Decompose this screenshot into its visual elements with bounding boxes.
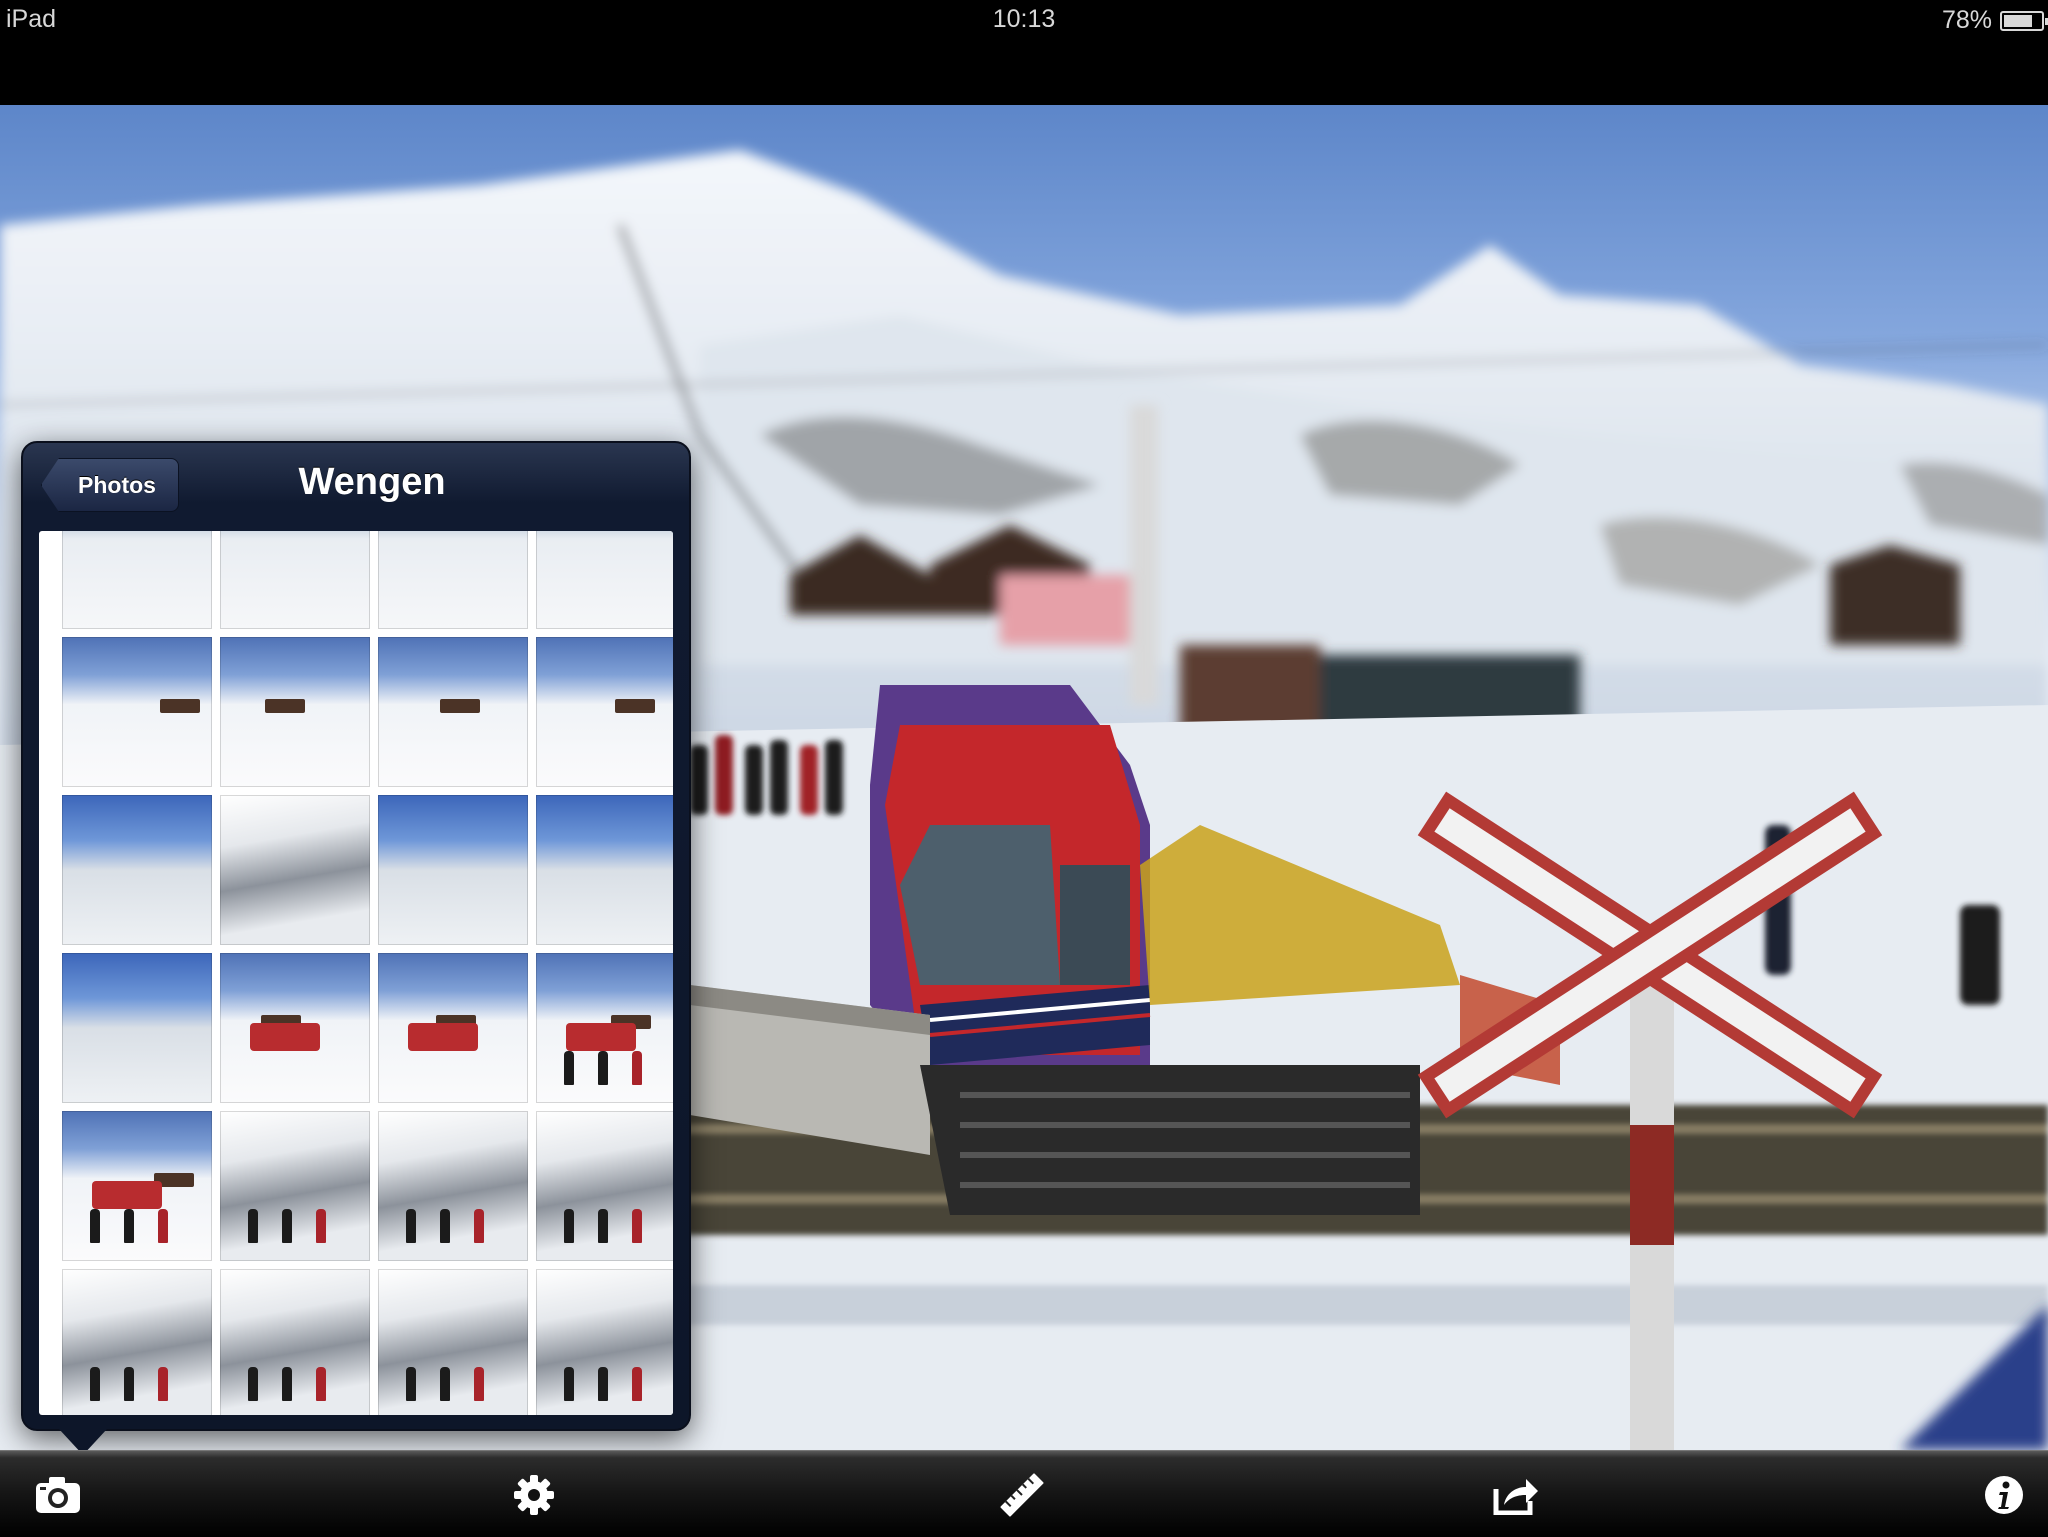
photo-thumbnail[interactable]	[62, 531, 212, 629]
photo-thumbnail[interactable]	[378, 953, 528, 1103]
thumbnail-person	[440, 1367, 450, 1401]
photo-thumbnail[interactable]	[536, 795, 673, 945]
thumbnail-person	[632, 1367, 642, 1401]
thumbnail-person	[632, 1051, 642, 1085]
photo-thumbnail[interactable]	[378, 1269, 528, 1415]
thumbnail-person	[90, 1209, 100, 1243]
thumbnail-chalet	[615, 699, 655, 713]
photo-thumbnail[interactable]	[378, 1111, 528, 1261]
battery-icon	[2000, 10, 2048, 31]
thumbnail-person	[124, 1367, 134, 1401]
photo-thumbnail[interactable]	[220, 795, 370, 945]
thumbnail-person	[158, 1367, 168, 1401]
thumbnail-person	[632, 1209, 642, 1243]
photo-thumbnail[interactable]	[62, 953, 212, 1103]
photo-grid-scroll[interactable]	[39, 531, 673, 1415]
thumbnail-person	[474, 1209, 484, 1243]
thumbnail-person	[564, 1051, 574, 1085]
photo-thumbnail[interactable]	[62, 1111, 212, 1261]
thumbnail-person	[282, 1209, 292, 1243]
thumbnail-snowcat	[250, 1023, 320, 1051]
photo-thumbnail[interactable]	[220, 953, 370, 1103]
share-button[interactable]	[1492, 1471, 1540, 1519]
thumbnail-snowcat	[566, 1023, 636, 1051]
photo-thumbnail[interactable]	[220, 531, 370, 629]
photo-thumbnail[interactable]	[220, 1269, 370, 1415]
photo-thumbnail[interactable]	[62, 637, 212, 787]
share-icon	[1493, 1479, 1538, 1515]
thumbnail-person	[598, 1051, 608, 1085]
thumbnail-person	[598, 1209, 608, 1243]
thumbnail-person	[564, 1209, 574, 1243]
info-button[interactable]	[1980, 1471, 2028, 1519]
thumbnail-person	[124, 1209, 134, 1243]
album-title: Wengen	[298, 461, 446, 503]
photo-thumbnail[interactable]	[536, 531, 673, 629]
thumbnail-person	[90, 1367, 100, 1401]
album-popover: Photos Wengen	[21, 441, 691, 1455]
thumbnail-chalet	[261, 1015, 301, 1029]
photo-grid	[39, 531, 673, 1415]
thumbnail-person	[474, 1367, 484, 1401]
photo-thumbnail[interactable]	[536, 953, 673, 1103]
thumbnail-chalet	[154, 1173, 194, 1187]
thumbnail-person	[248, 1209, 258, 1243]
photo-thumbnail[interactable]	[220, 1111, 370, 1261]
photo-thumbnail[interactable]	[378, 637, 528, 787]
info-icon	[1985, 1476, 2023, 1514]
battery-fill	[2004, 14, 2032, 27]
camera-button[interactable]	[34, 1471, 82, 1519]
thumbnail-person	[598, 1367, 608, 1401]
photo-thumbnail[interactable]	[220, 637, 370, 787]
status-bar: iPad 10:13 78%	[0, 0, 2048, 40]
thumbnail-person	[282, 1367, 292, 1401]
measure-button[interactable]	[998, 1471, 1046, 1519]
photo-thumbnail[interactable]	[536, 1111, 673, 1261]
settings-button[interactable]	[510, 1471, 558, 1519]
clock: 10:13	[992, 5, 1056, 33]
thumbnail-person	[406, 1209, 416, 1243]
thumbnail-person	[158, 1209, 168, 1243]
thumbnail-person	[440, 1209, 450, 1243]
photo-thumbnail[interactable]	[62, 1269, 212, 1415]
thumbnail-chalet	[160, 699, 200, 713]
thumbnail-chalet	[265, 699, 305, 713]
thumbnail-person	[564, 1367, 574, 1401]
battery-indicator: 78%	[1941, 6, 2048, 35]
photo-thumbnail[interactable]	[62, 795, 212, 945]
photo-thumbnail[interactable]	[378, 531, 528, 629]
bottom-toolbar	[0, 1450, 2048, 1537]
thumbnail-chalet	[611, 1015, 651, 1029]
photo-thumbnail[interactable]	[536, 1269, 673, 1415]
gear-icon	[514, 1475, 554, 1515]
thumbnail-person	[248, 1367, 258, 1401]
thumbnail-snowcat	[408, 1023, 478, 1051]
photo-thumbnail[interactable]	[378, 795, 528, 945]
thumbnail-snowcat	[92, 1181, 162, 1209]
camera-icon	[36, 1477, 80, 1513]
thumbnail-chalet	[436, 1015, 476, 1029]
popover-navigation-bar: Photos Wengen	[23, 443, 689, 523]
battery-percentage: 78%	[1941, 6, 1992, 34]
ruler-icon	[1000, 1473, 1044, 1517]
thumbnail-person	[316, 1209, 326, 1243]
thumbnail-person	[316, 1367, 326, 1401]
thumbnail-person	[406, 1367, 416, 1401]
thumbnail-chalet	[440, 699, 480, 713]
photo-thumbnail[interactable]	[536, 637, 673, 787]
